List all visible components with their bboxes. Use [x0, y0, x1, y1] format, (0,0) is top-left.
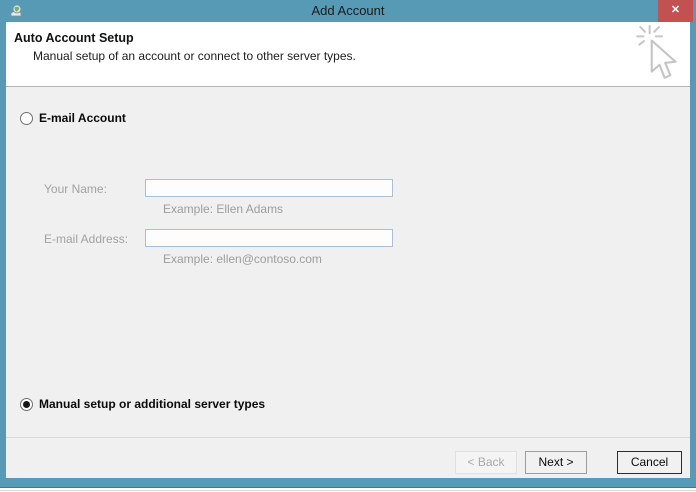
email-account-radio[interactable] — [20, 112, 33, 125]
your-name-input[interactable] — [145, 179, 393, 197]
titlebar[interactable]: Add Account ✕ — [0, 0, 696, 22]
manual-setup-radio-label[interactable]: Manual setup or additional server types — [39, 397, 265, 411]
wizard-subtitle: Manual setup of an account or connect to… — [33, 49, 356, 63]
add-account-dialog: Add Account ✕ Auto Account Setup Manual … — [0, 0, 696, 488]
email-address-label: E-mail Address: — [44, 232, 129, 246]
email-account-radio-label[interactable]: E-mail Account — [39, 111, 126, 125]
manual-setup-radio[interactable] — [20, 398, 33, 411]
mail-setup-app-icon — [10, 4, 22, 17]
button-bar: < Back Next > Cancel — [6, 437, 690, 478]
email-address-input[interactable] — [145, 229, 393, 247]
back-button[interactable]: < Back — [455, 451, 517, 474]
dialog-content: Auto Account Setup Manual setup of an ac… — [6, 22, 690, 478]
your-name-label: Your Name: — [44, 182, 107, 196]
wizard-header: Auto Account Setup Manual setup of an ac… — [6, 22, 690, 87]
desktop-edge-line — [0, 490, 696, 491]
next-button[interactable]: Next > — [525, 451, 587, 474]
click-cursor-starburst-icon — [636, 25, 677, 79]
cancel-button[interactable]: Cancel — [617, 451, 682, 474]
email-address-example: Example: ellen@contoso.com — [163, 252, 322, 266]
window-title: Add Account — [311, 3, 385, 18]
wizard-title: Auto Account Setup — [14, 31, 134, 45]
your-name-example: Example: Ellen Adams — [163, 202, 284, 216]
close-button[interactable]: ✕ — [658, 0, 693, 22]
